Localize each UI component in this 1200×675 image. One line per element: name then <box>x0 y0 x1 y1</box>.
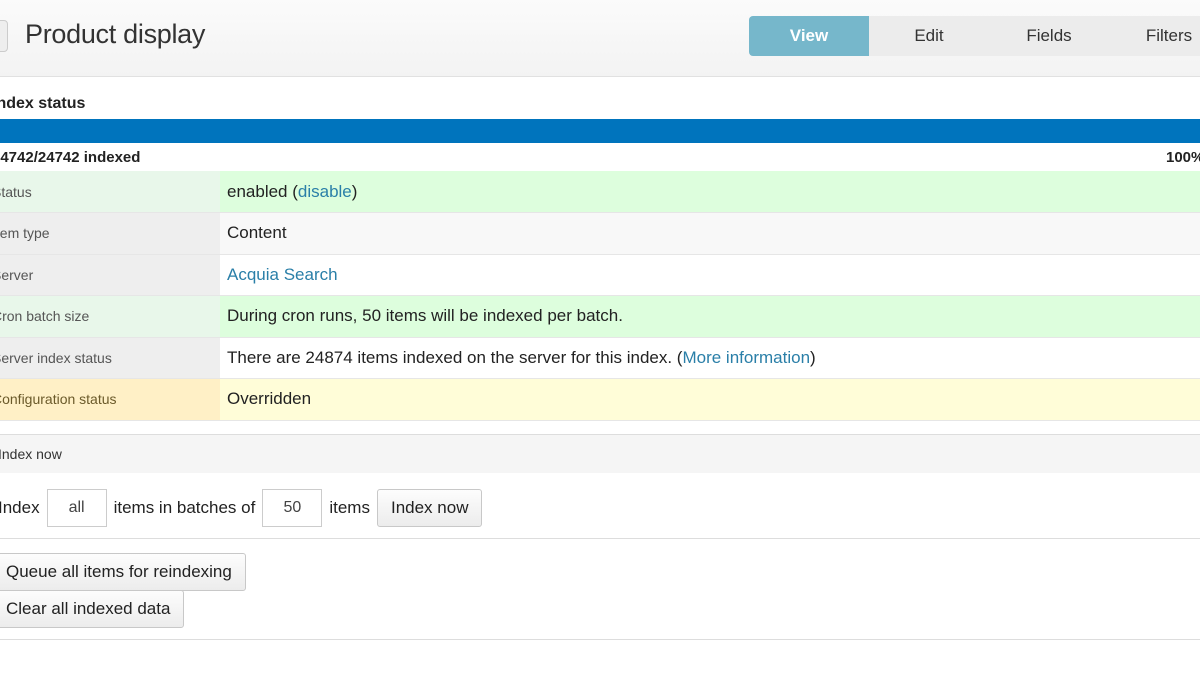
tab-edit[interactable]: Edit <box>869 16 989 56</box>
table-row-configuration-status: Configuration status Overridden <box>0 378 1200 420</box>
divider <box>0 639 1200 640</box>
clear-indexed-data-button[interactable]: Clear all indexed data <box>0 590 185 628</box>
page-header: Product display View Edit Fields Filters <box>0 0 1200 77</box>
status-value-suffix: ) <box>351 181 358 201</box>
row-label: Status <box>0 171 220 213</box>
row-label: Cron batch size <box>0 295 220 337</box>
tab-bar: View Edit Fields Filters <box>749 16 1200 56</box>
index-prefix-label: Index <box>0 498 40 517</box>
index-progress-percent: 100% <box>1166 149 1200 166</box>
row-label: Server index status <box>0 337 220 379</box>
index-info-table: Status enabled (disable) Item type Conte… <box>0 171 1200 421</box>
row-label: Configuration status <box>0 378 220 420</box>
batch-size-input[interactable] <box>262 489 323 527</box>
row-value: There are 24874 items indexed on the ser… <box>220 337 1200 379</box>
row-value: enabled (disable) <box>220 171 1200 213</box>
row-value: Content <box>220 212 1200 254</box>
index-now-legend[interactable]: Index now <box>0 435 1200 473</box>
tab-filters[interactable]: Filters <box>1109 16 1200 56</box>
index-now-form: Index items in batches of items Index no… <box>0 489 483 527</box>
server-index-text: There are 24874 items indexed on the ser… <box>227 347 683 367</box>
row-value: Acquia Search <box>220 254 1200 296</box>
row-label: Server <box>0 254 220 296</box>
index-progress-bar <box>0 119 1200 143</box>
index-batch-label: items in batches of <box>113 498 256 517</box>
index-now-button[interactable]: Index now <box>376 489 483 527</box>
row-value: During cron runs, 50 items will be index… <box>220 295 1200 337</box>
tab-view[interactable]: View <box>749 16 869 56</box>
more-information-link[interactable]: More information <box>682 348 810 367</box>
table-row-server: Server Acquia Search <box>0 254 1200 296</box>
row-label: Item type <box>0 212 220 254</box>
row-value: Overridden <box>220 378 1200 420</box>
table-row-item-type: Item type Content <box>0 212 1200 254</box>
index-suffix-label: items <box>329 498 370 517</box>
tab-fields[interactable]: Fields <box>989 16 1109 56</box>
index-status-heading: Index status <box>0 95 86 112</box>
index-limit-input[interactable] <box>46 489 107 527</box>
index-now-fieldset: Index now Index items in batches of item… <box>0 434 1200 539</box>
table-row-server-index-status: Server index status There are 24874 item… <box>0 337 1200 379</box>
server-index-suffix: ) <box>810 347 816 367</box>
disable-link[interactable]: disable <box>298 182 352 201</box>
index-progress-fill <box>0 119 1200 143</box>
server-link[interactable]: Acquia Search <box>227 265 338 284</box>
table-row-cron-batch-size: Cron batch size During cron runs, 50 ite… <box>0 295 1200 337</box>
queue-reindex-button[interactable]: Queue all items for reindexing <box>0 553 246 591</box>
page-title: Product display <box>25 19 206 49</box>
index-progress-text: 24742/24742 indexed <box>0 149 141 166</box>
back-button[interactable] <box>0 20 8 52</box>
table-row-status: Status enabled (disable) <box>0 171 1200 213</box>
status-value-text: enabled ( <box>227 181 298 201</box>
